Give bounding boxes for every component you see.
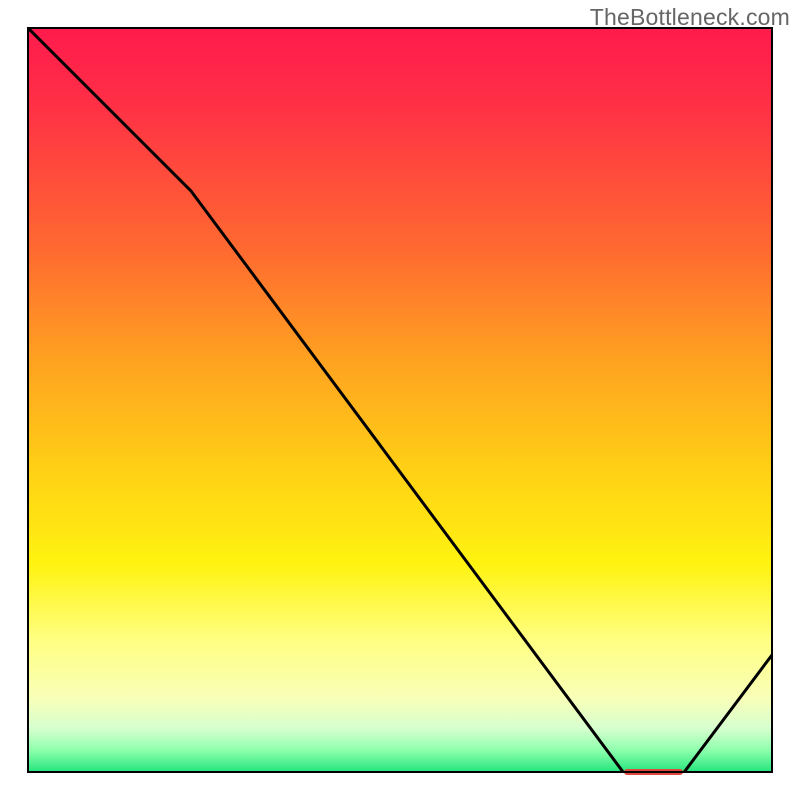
plot-area (27, 27, 773, 773)
background-gradient (27, 27, 773, 773)
chart-container: TheBottleneck.com (0, 0, 800, 800)
